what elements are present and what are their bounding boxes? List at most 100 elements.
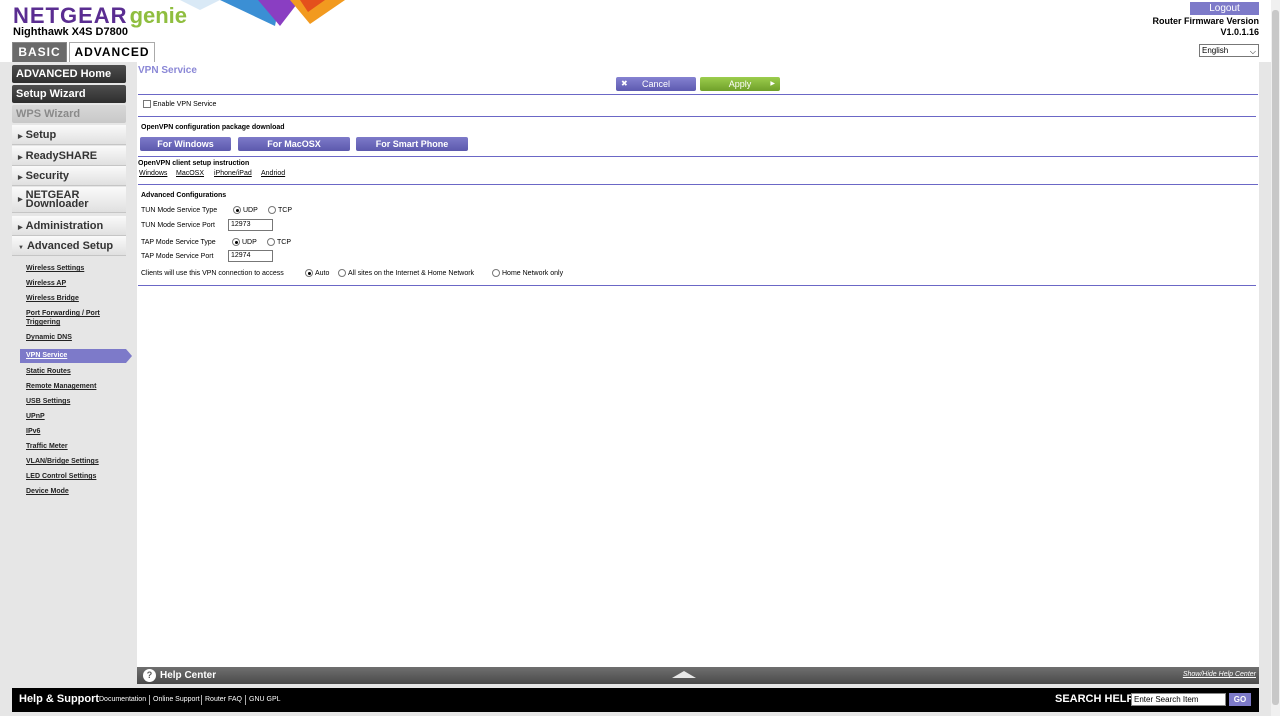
instruction-link-iphone-ipad[interactable]: iPhone/iPad (214, 170, 252, 177)
tun-port-label: TUN Mode Service Port (141, 222, 215, 229)
sidebar-item-wireless-settings[interactable]: Wireless Settings (26, 264, 84, 273)
firmware-label: Router Firmware Version (1152, 16, 1259, 26)
sidebar-item-ipv6[interactable]: IPv6 (26, 427, 40, 436)
setup-wizard-button[interactable]: Setup Wizard (12, 85, 126, 103)
sidebar-item-device-mode[interactable]: Device Mode (26, 487, 69, 496)
sidebar-item-remote-management[interactable]: Remote Management (26, 382, 96, 391)
triangle-down-icon: ▼ (18, 245, 24, 251)
divider (138, 94, 1258, 95)
category-label: Setup (25, 129, 57, 141)
footer-link-router-faq[interactable]: Router FAQ (205, 696, 242, 703)
tun-udp-label: UDP (243, 207, 258, 214)
page-scrollbar[interactable] (1271, 0, 1280, 716)
page-header: NETGEARgenie Nighthawk X4S D7800 BASIC A… (0, 0, 1280, 62)
sidebar-category-readyshare[interactable]: ▶ ReadySHARE (12, 146, 126, 166)
language-value: English (1202, 46, 1229, 55)
show-hide-help-link[interactable]: Show/Hide Help Center (1183, 671, 1256, 678)
sidebar-item-vlan-bridge-settings[interactable]: VLAN/Bridge Settings (26, 457, 99, 466)
sidebar-category-security[interactable]: ▶ Security (12, 166, 126, 186)
download-macosx-button[interactable]: For MacOSX (238, 137, 350, 151)
tap-udp-label: UDP (242, 239, 257, 246)
sidebar-item-traffic-meter[interactable]: Traffic Meter (26, 442, 68, 451)
firmware-info: Router Firmware Version V1.0.1.16 (1152, 16, 1259, 38)
tun-tcp-radio[interactable] (268, 206, 276, 214)
tun-port-input[interactable]: 12973 (228, 219, 273, 231)
tap-tcp-radio[interactable] (267, 238, 275, 246)
sidebar-item-upnp[interactable]: UPnP (26, 412, 45, 421)
search-help-input[interactable]: Enter Search Item (1131, 693, 1226, 706)
access-all-sites-radio[interactable] (338, 269, 346, 277)
footer-link-documentation[interactable]: Documentation (99, 696, 146, 703)
tab-basic[interactable]: BASIC (12, 42, 67, 62)
advanced-home-button[interactable]: ADVANCED Home (12, 65, 126, 83)
firmware-version: V1.0.1.16 (1220, 27, 1259, 37)
expand-help-arrow-icon[interactable] (672, 671, 696, 678)
page-title: VPN Service (138, 65, 197, 76)
apply-button[interactable]: Apply ▶ (700, 77, 780, 91)
access-label: Clients will use this VPN connection to … (141, 270, 284, 277)
divider (138, 184, 1258, 185)
access-auto-radio[interactable] (305, 269, 313, 277)
search-go-button[interactable]: GO (1229, 693, 1251, 706)
sidebar-item-static-routes[interactable]: Static Routes (26, 367, 71, 376)
sidebar-item-usb-settings[interactable]: USB Settings (26, 397, 70, 406)
sidebar-item-dynamic-dns[interactable]: Dynamic DNS (26, 333, 72, 342)
sidebar-category-netgear-downloader[interactable]: ▶ NETGEAR Downloader (12, 187, 126, 213)
instruction-link-macosx[interactable]: MacOSX (176, 170, 204, 177)
search-help-label: SEARCH HELP (1055, 693, 1134, 705)
access-all-sites-label: All sites on the Internet & Home Network (348, 270, 475, 277)
tun-type-label: TUN Mode Service Type (141, 207, 218, 214)
download-windows-button[interactable]: For Windows (140, 137, 231, 151)
footer-link-gnu-gpl[interactable]: GNU GPL (249, 696, 281, 703)
sidebar-item-port-forwarding[interactable]: Port Forwarding / Port Triggering (26, 309, 114, 327)
triangle-right-icon: ▶ (18, 155, 23, 161)
sidebar-category-advanced-setup[interactable]: ▼ Advanced Setup (12, 236, 126, 256)
category-label: Advanced Setup (26, 240, 114, 252)
sidebar-item-vpn-service[interactable]: VPN Service (20, 349, 132, 363)
tap-tcp-label: TCP (277, 239, 291, 246)
access-auto-label: Auto (315, 270, 330, 277)
triangle-right-icon: ▶ (18, 134, 23, 140)
instruction-link-windows[interactable]: Windows (139, 170, 167, 177)
apply-label: Apply (728, 79, 752, 89)
category-label: NETGEAR Downloader (25, 188, 89, 210)
triangle-right-icon: ▶ (18, 197, 23, 203)
category-label: Administration (25, 220, 104, 232)
language-select[interactable]: English ⌵ (1199, 44, 1259, 57)
cancel-label: Cancel (641, 79, 670, 89)
download-smartphone-button[interactable]: For Smart Phone (356, 137, 468, 151)
tap-udp-radio[interactable] (232, 238, 240, 246)
cancel-button[interactable]: ✖ Cancel (616, 77, 696, 91)
chevron-down-icon: ⌵ (1249, 47, 1256, 56)
category-label: Security (25, 170, 70, 182)
sidebar-category-administration[interactable]: ▶ Administration (12, 216, 126, 236)
enable-vpn-label: Enable VPN Service (153, 101, 217, 108)
enable-vpn-checkbox[interactable] (143, 100, 151, 108)
tun-tcp-label: TCP (278, 207, 292, 214)
divider (245, 695, 246, 705)
wps-wizard-button[interactable]: WPS Wizard (12, 105, 126, 123)
sidebar-category-setup[interactable]: ▶ Setup (12, 125, 126, 145)
divider (138, 116, 1256, 117)
access-home-only-radio[interactable] (492, 269, 500, 277)
scrollbar-thumb[interactable] (1272, 10, 1279, 705)
tun-udp-radio[interactable] (233, 206, 241, 214)
access-home-only-label: Home Network only (502, 270, 564, 277)
sidebar-item-wireless-ap[interactable]: Wireless AP (26, 279, 66, 288)
close-icon: ✖ (621, 79, 628, 88)
footer-link-online-support[interactable]: Online Support (153, 696, 200, 703)
logout-button[interactable]: Logout (1190, 2, 1259, 15)
instruction-link-android[interactable]: Andriod (261, 170, 285, 177)
divider (138, 156, 1258, 157)
router-model: Nighthawk X4S D7800 (13, 26, 128, 38)
brand-suffix: genie (129, 3, 188, 28)
brand-name: NETGEAR (13, 3, 128, 28)
sidebar-item-led-control-settings[interactable]: LED Control Settings (26, 472, 96, 481)
divider (201, 695, 202, 705)
tab-advanced[interactable]: ADVANCED (69, 42, 155, 62)
sidebar-item-wireless-bridge[interactable]: Wireless Bridge (26, 294, 79, 303)
help-center-title: Help Center (160, 670, 217, 681)
divider (138, 285, 1256, 286)
tap-port-input[interactable]: 12974 (228, 250, 273, 262)
sidebar: ADVANCED Home Setup Wizard WPS Wizard ▶ S… (0, 62, 137, 688)
